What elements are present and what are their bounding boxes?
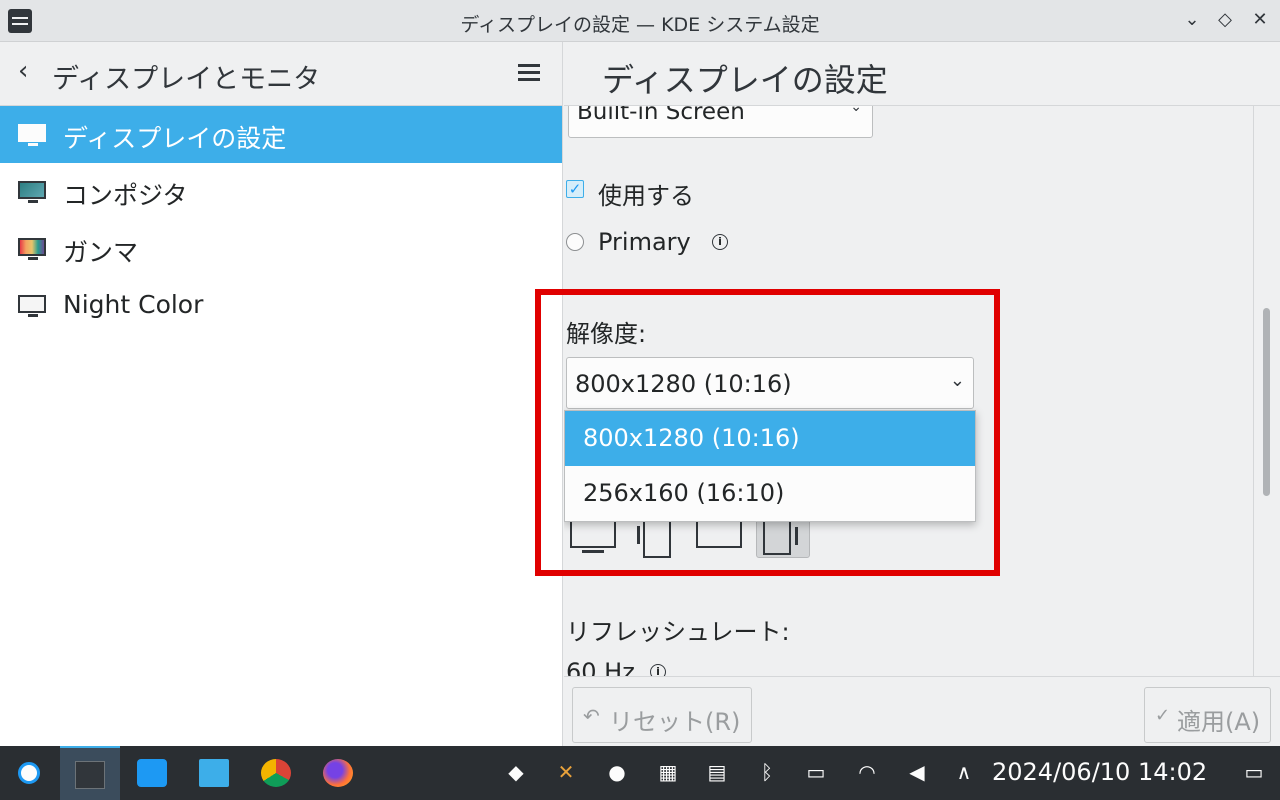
keyboard-icon[interactable]: ▦ xyxy=(654,760,682,786)
bluetooth-icon[interactable]: ᛒ xyxy=(753,760,781,786)
info-icon[interactable]: i xyxy=(712,234,728,250)
main-panel: ディスプレイの設定 Built-in Screen ⌄ ✓ 使用する Prima… xyxy=(564,42,1280,746)
night-color-icon xyxy=(18,295,46,317)
sidebar-item-label: ディスプレイの設定 xyxy=(63,124,287,153)
firefox-icon[interactable] xyxy=(308,746,368,800)
dropbox-icon[interactable]: ◆ xyxy=(502,760,530,786)
sidebar-item-label: コンポジタ xyxy=(63,181,188,210)
file-manager-icon[interactable] xyxy=(184,746,244,800)
orientation-landscape-icon[interactable] xyxy=(568,516,622,558)
hamburger-menu-icon[interactable] xyxy=(518,64,540,82)
orientation-portrait-icon[interactable] xyxy=(631,514,685,558)
reset-icon: ↶ xyxy=(583,704,600,728)
sidebar: ‹ ディスプレイとモニタ ディスプレイの設定 コンポジタ ガンマ Night C… xyxy=(0,42,563,746)
maximize-button[interactable]: ◇ xyxy=(1213,8,1237,32)
sidebar-item-gamma[interactable]: ガンマ xyxy=(0,220,562,277)
clipboard-icon[interactable]: ▤ xyxy=(703,760,731,786)
primary-label[interactable]: Primary xyxy=(598,228,691,256)
x-icon[interactable]: ✕ xyxy=(552,760,580,786)
sidebar-item-display-settings[interactable]: ディスプレイの設定 xyxy=(0,106,562,163)
settings-content: Built-in Screen ⌄ ✓ 使用する Primary i 解像度: … xyxy=(564,106,1254,676)
back-button[interactable]: ‹ xyxy=(18,56,28,86)
sidebar-item-night-color[interactable]: Night Color xyxy=(0,277,562,334)
apply-button[interactable]: ✓ 適用(A) xyxy=(1144,687,1271,743)
gamma-icon xyxy=(18,238,46,260)
orientation-buttons xyxy=(568,514,818,560)
launcher-icon[interactable] xyxy=(0,746,60,800)
wifi-icon[interactable]: ◠ xyxy=(853,760,881,786)
chevron-down-icon: ⌄ xyxy=(850,106,862,115)
steam-icon[interactable]: ● xyxy=(603,760,631,786)
footer: ↶ リセット(R) ✓ 適用(A) xyxy=(564,676,1280,746)
compositor-icon xyxy=(18,181,46,203)
checkmark-icon: ✓ xyxy=(1155,705,1171,726)
sidebar-item-label: Night Color xyxy=(63,290,204,319)
scrollbar[interactable] xyxy=(1253,106,1280,676)
scrollbar-thumb[interactable] xyxy=(1263,308,1270,496)
resolution-option-label: 800x1280 (10:16) xyxy=(583,424,800,452)
sidebar-title: ディスプレイとモニタ xyxy=(52,64,321,95)
minimize-button[interactable]: ⌄ xyxy=(1180,8,1204,32)
resolution-option[interactable]: 256x160 (16:10) xyxy=(565,466,975,521)
discover-icon[interactable] xyxy=(122,746,182,800)
window-title: ディスプレイの設定 — KDE システム設定 xyxy=(460,14,820,36)
resolution-select-value: 800x1280 (10:16) xyxy=(575,370,792,398)
sidebar-header: ‹ ディスプレイとモニタ xyxy=(0,42,562,106)
apply-label: 適用(A) xyxy=(1177,708,1261,736)
refresh-rate-label: リフレッシュレート: xyxy=(566,618,790,646)
window-titlebar: ディスプレイの設定 — KDE システム設定 ⌄ ◇ ✕ xyxy=(0,0,1280,42)
primary-radio[interactable] xyxy=(566,233,584,251)
close-button[interactable]: ✕ xyxy=(1248,8,1272,32)
display-icon xyxy=(18,124,46,146)
enabled-label[interactable]: 使用する xyxy=(598,176,694,211)
output-select[interactable]: Built-in Screen ⌄ xyxy=(568,106,873,138)
resolution-label: 解像度: xyxy=(566,320,647,348)
system-settings-icon[interactable] xyxy=(60,746,120,800)
show-desktop-icon[interactable]: ▭ xyxy=(1240,760,1268,786)
page-title: ディスプレイの設定 xyxy=(602,61,888,99)
reset-label: リセット(R) xyxy=(609,708,741,736)
clock[interactable]: 2024/06/10 14:02 xyxy=(992,758,1207,786)
reset-button[interactable]: ↶ リセット(R) xyxy=(572,687,752,743)
refresh-rate-value[interactable]: 60 Hz xyxy=(566,658,635,676)
chrome-icon[interactable] xyxy=(246,746,306,800)
orientation-portrait-flipped-icon[interactable] xyxy=(756,515,810,558)
expand-icon[interactable]: ∧ xyxy=(950,760,978,786)
sidebar-item-label: ガンマ xyxy=(63,238,139,267)
taskbar: ◆ ✕ ● ▦ ▤ ᛒ ▭ ◠ ◀ ∧ 2024/06/10 14:02 ▭ xyxy=(0,746,1280,800)
resolution-dropdown: 800x1280 (10:16) 256x160 (16:10) xyxy=(564,410,976,522)
enabled-checkbox[interactable]: ✓ xyxy=(566,180,584,198)
sidebar-item-compositor[interactable]: コンポジタ xyxy=(0,163,562,220)
display-icon[interactable]: ▭ xyxy=(802,760,830,786)
main-header: ディスプレイの設定 xyxy=(564,42,1280,106)
output-select-value: Built-in Screen xyxy=(577,106,745,125)
info-icon[interactable]: i xyxy=(650,664,666,676)
resolution-select[interactable]: 800x1280 (10:16) ⌄ xyxy=(566,357,974,409)
resolution-option[interactable]: 800x1280 (10:16) xyxy=(565,411,975,466)
orientation-landscape-flipped-icon[interactable] xyxy=(694,516,748,558)
resolution-option-label: 256x160 (16:10) xyxy=(583,479,785,507)
chevron-down-icon: ⌄ xyxy=(949,370,965,391)
volume-icon[interactable]: ◀ xyxy=(903,760,931,786)
